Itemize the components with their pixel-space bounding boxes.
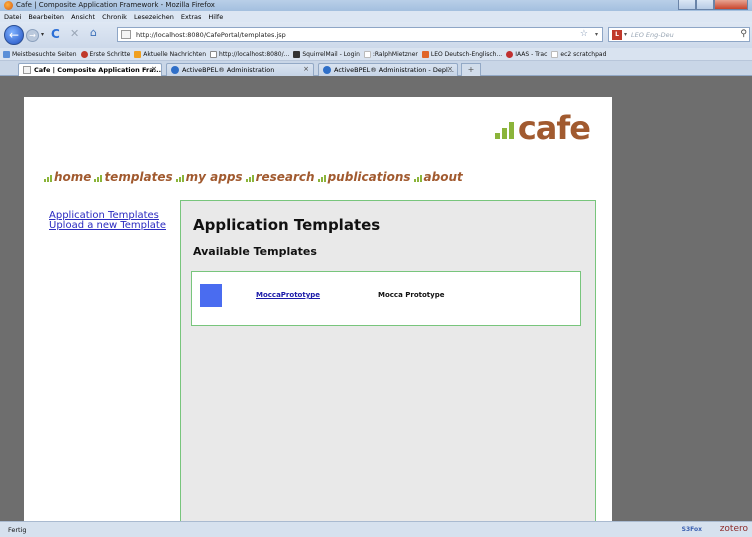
bookmark-item[interactable]: IAAS - Trac [506,50,547,58]
nav-home[interactable]: home [44,170,91,184]
search-icon[interactable]: ⚲ [740,29,747,39]
tab-activebpel[interactable]: ActiveBPEL® Administration × [166,63,314,76]
rss-icon [134,50,142,58]
bars-icon [413,175,422,182]
bookmark-item[interactable]: :RalphMietzner [363,50,418,58]
bookmark-star-icon[interactable]: ☆ [580,29,588,39]
forward-arrow-icon[interactable]: → [26,29,39,42]
back-arrow-icon[interactable]: ← [4,25,24,45]
tab-bar: Cafe | Composite Application Fra... × Ac… [0,61,752,77]
menu-extras[interactable]: Extras [181,13,202,21]
bookmark-item[interactable]: Meistbesuchte Seiten [3,50,77,58]
bars-icon [175,175,184,182]
page-icon [551,50,559,58]
close-tab-icon[interactable]: × [303,65,309,73]
logo-text: cafe [517,109,591,147]
nav-about[interactable]: about [413,170,463,184]
search-placeholder[interactable]: LEO Eng-Deu [631,31,674,39]
window-title: Cafe | Composite Application Framework -… [16,1,215,9]
minimize-button[interactable] [678,0,696,10]
template-thumbnail[interactable] [200,284,222,307]
maximize-button[interactable] [696,0,714,10]
firefox-icon [4,1,13,10]
squirrelmail-icon [293,50,301,58]
nav-my-apps[interactable]: my apps [175,170,243,184]
window-title-bar[interactable]: Cafe | Composite Application Framework -… [0,0,752,11]
stop-icon[interactable]: ✕ [70,28,79,40]
content-panel: Application Templates Available Template… [180,200,596,521]
tab-cafe[interactable]: Cafe | Composite Application Fra... × [18,63,162,77]
menu-bar: Datei Bearbeiten Ansicht Chronik Lesezei… [0,11,752,22]
activebpel-icon [171,66,179,74]
search-engine-dropdown-icon[interactable]: ▾ [624,31,627,38]
menu-datei[interactable]: Datei [4,13,21,21]
url-bar[interactable]: http://localhost:8080/CafePortal/templat… [117,27,603,42]
site-nav: home templates my apps research publicat… [44,170,463,184]
logo-bars-icon [494,122,514,139]
template-name-link[interactable]: MoccaPrototype [256,291,320,299]
bookmark-item[interactable]: Erste Schritte [80,50,130,58]
home-icon[interactable]: ⌂ [90,27,97,39]
nav-research[interactable]: research [245,170,315,184]
bars-icon [94,175,103,182]
template-list-item: MoccaPrototype Mocca Prototype [191,271,581,326]
browser-viewport: cafe home templates my apps research pub… [0,76,752,521]
status-bar: Fertig S3Fox zotero [0,521,752,537]
section-title: Available Templates [193,245,317,258]
bookmark-icon [3,50,10,58]
bars-icon [44,175,52,182]
site-favicon-icon [121,30,131,39]
leo-icon[interactable]: L [612,30,622,40]
search-box[interactable]: L ▾ LEO Eng-Deu ⚲ [608,27,750,42]
bookmark-item[interactable]: SquirrelMail - Login [293,50,360,58]
bookmarks-toolbar: Meistbesuchte Seiten Erste Schritte Aktu… [0,48,752,61]
nav-publications[interactable]: publications [317,170,411,184]
menu-bearbeiten[interactable]: Bearbeiten [28,13,64,21]
tab-activebpel-deploy[interactable]: ActiveBPEL® Administration - Depl... × [318,63,458,76]
menu-hilfe[interactable]: Hilfe [208,13,223,21]
new-tab-button[interactable]: + [461,63,481,76]
close-tab-icon[interactable]: × [447,65,453,73]
url-text[interactable]: http://localhost:8080/CafePortal/templat… [136,31,286,39]
bars-icon [245,175,254,182]
upload-template-link[interactable]: Upload a new Template [49,221,166,231]
bookmark-item[interactable]: Aktuelle Nachrichten [134,50,206,58]
url-dropdown-icon[interactable]: ▾ [595,31,598,38]
zotero-button[interactable]: zotero [720,524,748,534]
reload-icon[interactable]: C [51,28,60,40]
page-icon [23,66,31,74]
s3fox-button[interactable]: S3Fox [682,526,702,533]
bars-icon [317,175,326,182]
bookmark-item[interactable]: ec2 scratchpad [551,50,606,58]
trac-icon [506,50,514,58]
history-dropdown-icon[interactable]: ▾ [41,31,44,38]
bookmark-item[interactable]: http://localhost:8080/... [210,50,289,58]
page-icon [363,50,371,58]
nav-templates[interactable]: templates [94,170,173,184]
navigation-toolbar: ← → ▾ C ✕ ⌂ http://localhost:8080/CafePo… [0,22,752,48]
menu-chronik[interactable]: Chronik [102,13,127,21]
bookmark-icon [210,50,218,58]
activebpel-icon [323,66,331,74]
side-menu: Application Templates Upload a new Templ… [49,211,166,231]
close-window-button[interactable] [714,0,748,10]
page-title: Application Templates [193,216,381,234]
leo-icon [421,50,429,58]
cafe-logo[interactable]: cafe [494,109,591,147]
web-page: cafe home templates my apps research pub… [24,97,612,521]
bookmark-icon [80,50,88,58]
template-description: Mocca Prototype [378,291,445,299]
bookmark-item[interactable]: LEO Deutsch-Englisch... [421,50,502,58]
menu-lesezeichen[interactable]: Lesezeichen [134,13,174,21]
close-tab-icon[interactable]: × [151,65,157,73]
menu-ansicht[interactable]: Ansicht [71,13,95,21]
status-text: Fertig [8,526,27,534]
